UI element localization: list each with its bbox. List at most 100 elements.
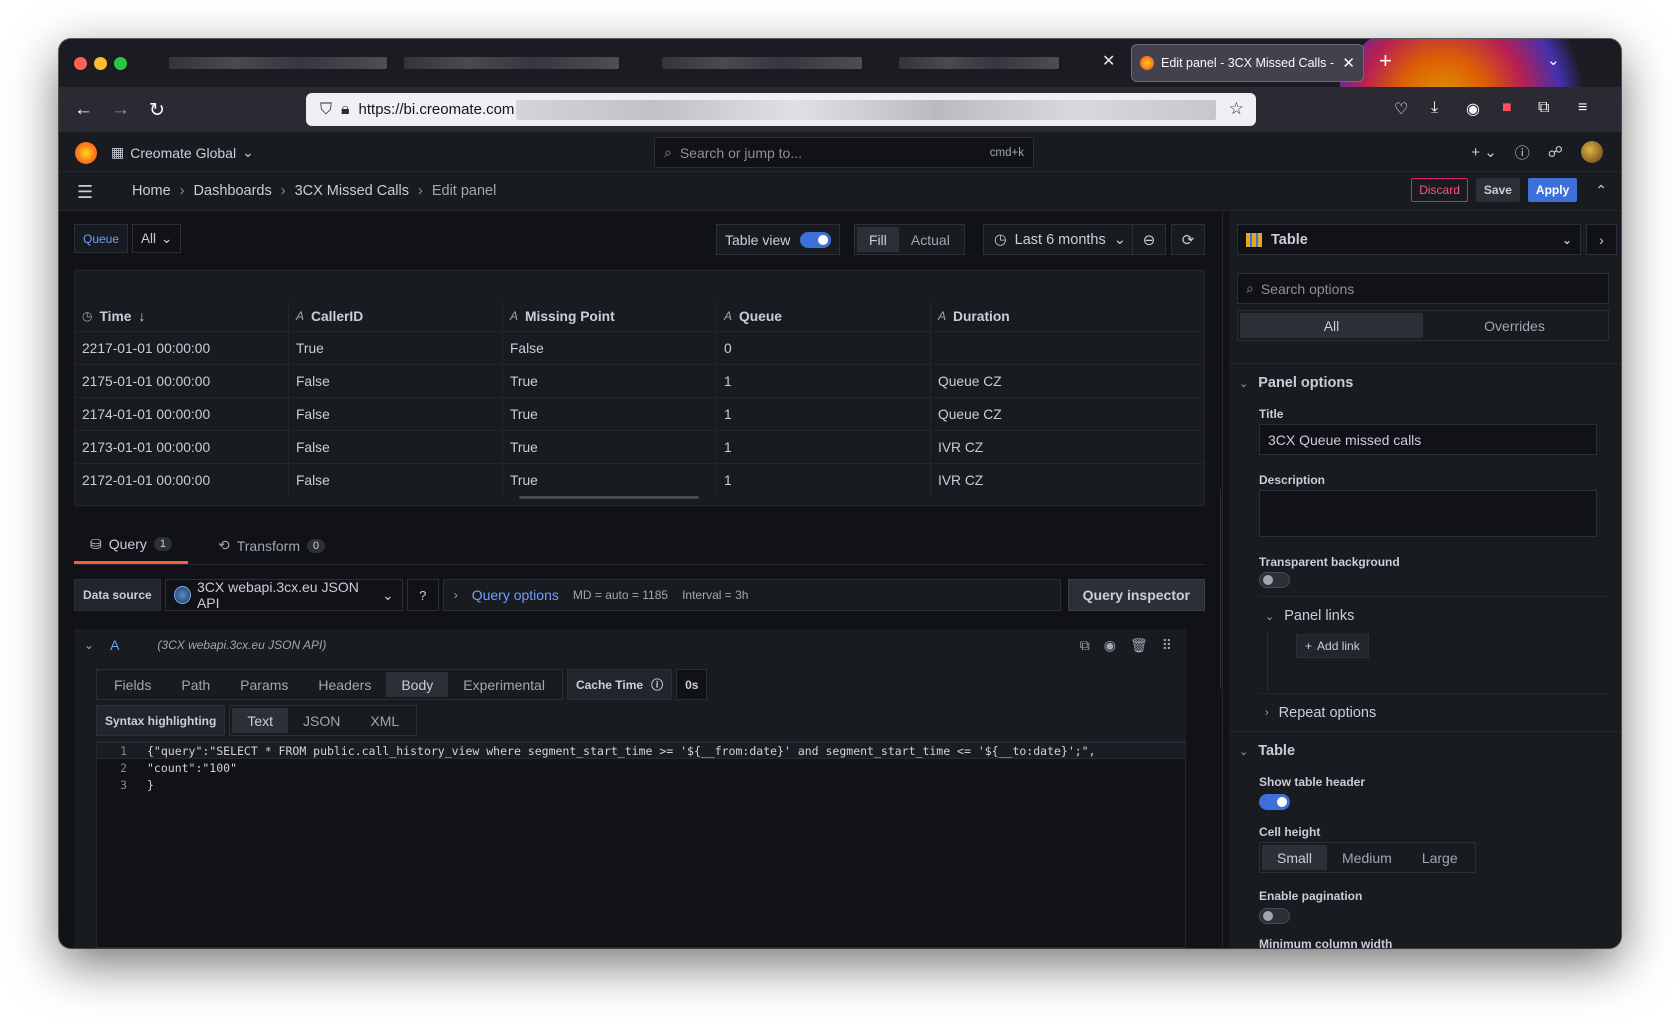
collapse-chevron-icon[interactable]: ⌄	[84, 638, 94, 652]
browser-tab-blurred[interactable]	[899, 57, 1059, 69]
browser-tab-active[interactable]: Edit panel - 3CX Missed Calls - ✕	[1131, 44, 1364, 82]
refresh-button[interactable]: ⟳	[1171, 224, 1205, 255]
add-link-button[interactable]: + Add link	[1296, 634, 1369, 658]
breadcrumb-dashboards[interactable]: Dashboards	[194, 183, 272, 199]
extensions-puzzle-icon[interactable]: ⧉	[1538, 99, 1549, 117]
hamburger-menu-icon[interactable]: ☰	[77, 182, 93, 203]
chevron-up-icon[interactable]: ⌃	[1595, 182, 1607, 199]
avatar[interactable]	[1581, 141, 1603, 163]
cell-height-small[interactable]: Small	[1262, 845, 1328, 870]
datasource-help-button[interactable]: ?	[406, 579, 439, 611]
subtab-body[interactable]: Body	[386, 672, 449, 697]
table-cell: 2217-01-01 00:00:00	[75, 332, 289, 364]
browser-tab-blurred[interactable]	[662, 57, 862, 69]
back-arrow-icon[interactable]: ←	[74, 99, 93, 121]
apply-button[interactable]: Apply	[1527, 178, 1578, 202]
info-icon[interactable]: ⓘ	[651, 676, 663, 693]
query-count-badge: 1	[153, 537, 172, 551]
eye-icon[interactable]: ◉	[1104, 637, 1116, 654]
address-bar[interactable]: ⛉ 🔒︎ https://bi.creomate.com ☆	[306, 93, 1256, 126]
bookmark-star-icon[interactable]: ☆	[1229, 99, 1244, 119]
cache-time-input[interactable]: 0s	[676, 669, 708, 700]
org-switcher[interactable]: ▦ Creomate Global ⌄	[111, 144, 254, 161]
subtab-params[interactable]: Params	[225, 672, 303, 697]
subtab-path[interactable]: Path	[166, 672, 225, 697]
grafana-favicon-icon	[1140, 56, 1154, 70]
subtab-fields[interactable]: Fields	[99, 672, 166, 697]
menu-icon[interactable]: ≡	[1578, 99, 1587, 117]
trash-icon[interactable]: 🗑︎	[1130, 637, 1148, 654]
visualization-picker[interactable]: Table ⌄	[1237, 224, 1581, 255]
time-range-picker[interactable]: ◷ Last 6 months ⌄	[983, 224, 1137, 255]
downloads-icon[interactable]: ⤓	[1431, 99, 1438, 117]
shield-icon[interactable]: ⛉	[320, 101, 332, 119]
new-tab-button[interactable]: +	[1379, 48, 1392, 74]
search-input[interactable]: ⌕ Search or jump to... cmd+k	[654, 137, 1034, 168]
table-section[interactable]: ⌄ Table	[1239, 743, 1295, 759]
browser-tab-blurred[interactable]	[169, 57, 387, 69]
tab-query[interactable]: ⛁ Query 1	[74, 527, 188, 564]
close-tab-icon[interactable]: ✕	[1102, 51, 1115, 71]
query-options-link[interactable]: Query options	[472, 587, 559, 603]
repeat-options-section[interactable]: › Repeat options	[1265, 705, 1376, 721]
tab-transform[interactable]: ⟲ Transform 0	[202, 527, 341, 564]
reload-icon[interactable]: ↻	[149, 99, 165, 122]
actual-option[interactable]: Actual	[899, 227, 962, 252]
lock-icon[interactable]: 🔒︎	[341, 101, 350, 119]
panel-links-section[interactable]: ⌄ Panel links	[1265, 608, 1354, 624]
pagination-toggle[interactable]	[1259, 908, 1290, 924]
cell-height-medium[interactable]: Medium	[1327, 845, 1407, 870]
syntax-json[interactable]: JSON	[288, 708, 355, 733]
zoom-out-button[interactable]: ⊖	[1132, 224, 1166, 255]
description-textarea[interactable]	[1259, 490, 1597, 537]
grafana-logo-icon[interactable]	[75, 142, 97, 164]
column-header-queue[interactable]: A Queue	[717, 301, 931, 331]
tab-all[interactable]: All	[1240, 313, 1423, 338]
news-rss-icon[interactable]: ☍	[1548, 143, 1563, 161]
drag-handle-icon[interactable]: ⠿	[1162, 637, 1172, 654]
query-options-bar[interactable]: › Query options MD = auto = 1185 Interva…	[442, 579, 1061, 611]
column-header-missing-point[interactable]: A Missing Point	[503, 301, 717, 331]
queue-variable-select[interactable]: All ⌄	[132, 224, 182, 253]
expand-options-button[interactable]: ›	[1586, 224, 1617, 255]
syntax-xml[interactable]: XML	[355, 708, 414, 733]
pane-resize-handle[interactable]	[1220, 489, 1225, 689]
column-header-duration[interactable]: A Duration	[931, 301, 1204, 331]
subtab-experimental[interactable]: Experimental	[448, 672, 560, 697]
fill-option[interactable]: Fill	[857, 227, 899, 252]
show-header-toggle[interactable]	[1259, 794, 1290, 810]
tab-overrides[interactable]: Overrides	[1423, 313, 1606, 338]
save-button[interactable]: Save	[1475, 178, 1520, 202]
breadcrumb-dashboard[interactable]: 3CX Missed Calls	[295, 183, 409, 199]
list-tabs-chevron-icon[interactable]: ⌄	[1547, 51, 1560, 69]
extension-icon[interactable]: ◉	[1466, 99, 1480, 119]
discard-button[interactable]: Discard	[1411, 178, 1468, 202]
close-window-button[interactable]	[74, 57, 87, 70]
subtab-headers[interactable]: Headers	[303, 672, 386, 697]
query-inspector-button[interactable]: Query inspector	[1067, 579, 1205, 611]
syntax-text[interactable]: Text	[232, 708, 289, 733]
forward-arrow-icon[interactable]: →	[111, 99, 130, 121]
transparent-background-toggle[interactable]	[1259, 572, 1290, 588]
extension-red-icon[interactable]: ■	[1502, 99, 1512, 117]
pocket-icon[interactable]: ♡	[1394, 99, 1408, 119]
help-icon[interactable]: ⓘ	[1515, 142, 1530, 163]
title-input[interactable]: 3CX Queue missed calls	[1259, 424, 1597, 455]
maximize-window-button[interactable]	[114, 57, 127, 70]
code-editor[interactable]: 1 {"query":"SELECT * FROM public.call_hi…	[96, 741, 1186, 948]
datasource-picker[interactable]: 3CX webapi.3cx.eu JSON API ⌄	[164, 579, 403, 611]
browser-tab-blurred[interactable]	[404, 57, 619, 69]
breadcrumb-home[interactable]: Home	[132, 183, 171, 199]
cell-height-large[interactable]: Large	[1407, 845, 1473, 870]
add-plus-icon[interactable]: + ⌄	[1471, 143, 1497, 161]
column-header-time[interactable]: ◷ Time ↓	[75, 301, 289, 331]
panel-options-section[interactable]: ⌄ Panel options	[1239, 375, 1353, 391]
close-tab-icon[interactable]: ✕	[1342, 54, 1355, 72]
table-view-toggle[interactable]	[800, 231, 832, 248]
options-search-input[interactable]: ⌕ Search options	[1237, 273, 1609, 304]
table-horizontal-scrollbar[interactable]	[519, 496, 699, 499]
minimize-window-button[interactable]	[94, 57, 107, 70]
query-ref-id[interactable]: A	[110, 637, 119, 653]
duplicate-icon[interactable]: ⧉	[1080, 637, 1090, 654]
column-header-callerid[interactable]: A CallerID	[289, 301, 503, 331]
